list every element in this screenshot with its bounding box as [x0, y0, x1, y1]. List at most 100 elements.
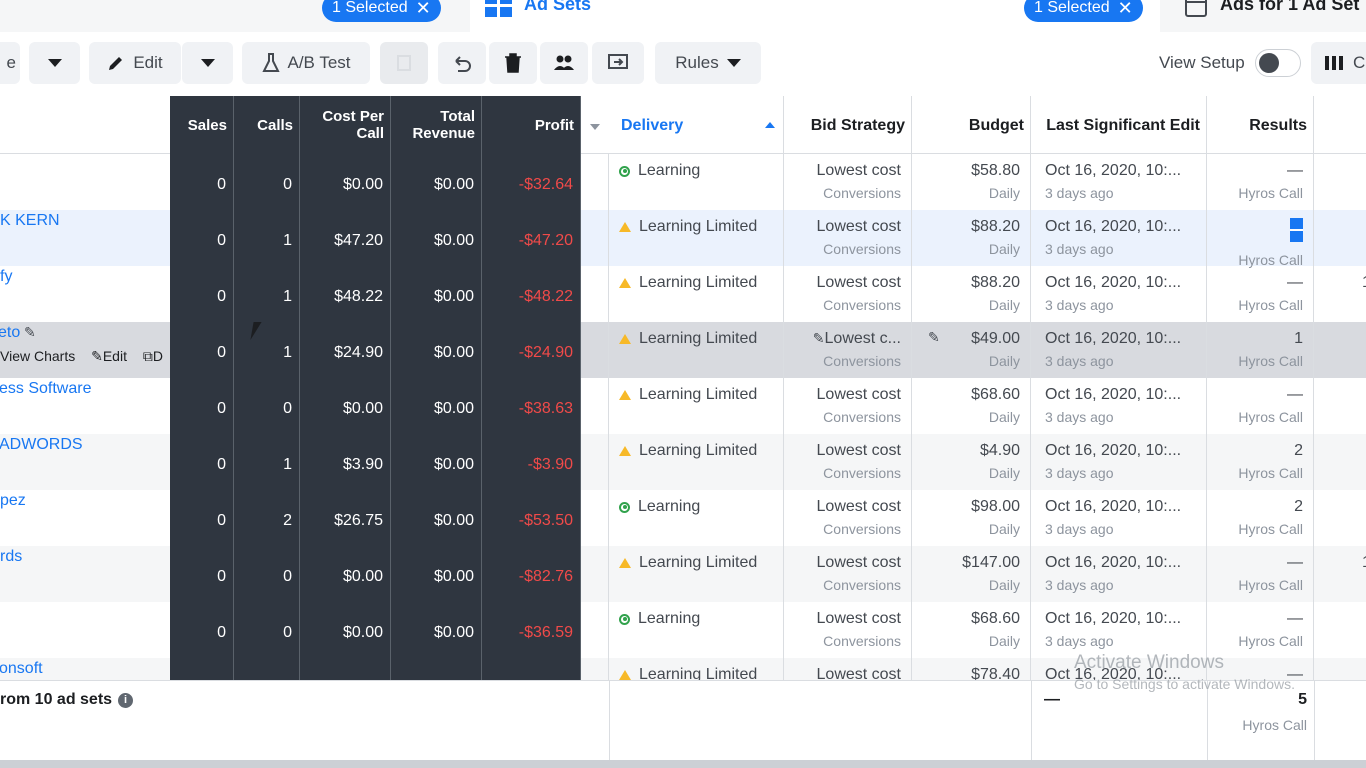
- adsets-selection-pill[interactable]: 1 Selected ✕: [1024, 0, 1143, 22]
- ad-set-name-link[interactable]: K KERN: [0, 212, 60, 230]
- header-cost-per-call[interactable]: Cost Per Call: [300, 96, 391, 154]
- pencil-icon: [109, 57, 123, 70]
- edit-dropdown-button[interactable]: [182, 42, 233, 84]
- footer-summary: rom 10 ad sets i: [0, 691, 134, 709]
- bid-strategy-value: Lowest cost: [794, 274, 901, 292]
- flask-icon: [261, 53, 280, 72]
- table-row[interactable]: 0 0 $0.00 $0.00 -$36.59 Learning Lowest …: [0, 602, 1366, 658]
- delete-button[interactable]: [489, 42, 537, 84]
- header-budget[interactable]: Budget: [912, 96, 1031, 154]
- ad-set-name-link[interactable]: fy: [0, 268, 12, 286]
- ad-set-name-link[interactable]: ADWORDS: [0, 436, 83, 454]
- clear-selection-icon[interactable]: ✕: [1118, 0, 1133, 17]
- profit-cell: -$36.59: [482, 602, 581, 658]
- undo-button[interactable]: [438, 42, 486, 84]
- header-delivery[interactable]: Delivery: [609, 96, 784, 154]
- table-row[interactable]: pez 0 2 $26.75 $0.00 -$53.50 Learning Lo…: [0, 490, 1366, 546]
- results-cell: Hyros Call: [1207, 210, 1314, 268]
- header-calls[interactable]: Calls: [234, 96, 300, 154]
- duplicate-button[interactable]: [380, 42, 428, 84]
- selected-cell-highlight[interactable]: [1290, 218, 1303, 242]
- divider: [1314, 681, 1315, 761]
- campaigns-selection-pill[interactable]: 1 Selected ✕: [322, 0, 441, 22]
- header-results[interactable]: Results: [1207, 96, 1314, 154]
- columns-button[interactable]: C: [1311, 42, 1366, 84]
- bid-strategy-cell[interactable]: ✎Lowest c... Conversions: [784, 322, 912, 378]
- last-edit-cell: Oct 16, 2020, 10:... 3 days ago: [1031, 210, 1207, 266]
- last-edit-value: Oct 16, 2020, 10:...: [1045, 610, 1182, 627]
- header-total-revenue[interactable]: Total Revenue: [391, 96, 482, 154]
- delivery-status: Learning: [619, 610, 773, 628]
- ad-set-name-cell: pez: [0, 490, 170, 546]
- edit-button-label: Edit: [133, 53, 163, 72]
- delivery-label: Learning Limited: [639, 274, 758, 291]
- edit-link[interactable]: Edit: [103, 348, 127, 364]
- rename-pencil-icon[interactable]: ✎: [24, 324, 36, 341]
- table-row[interactable]: K KERN 0 1 $47.20 $0.00 -$47.20 Learning…: [0, 210, 1366, 268]
- delivery-status: Learning Limited: [619, 554, 773, 572]
- result-value: —: [1287, 554, 1303, 571]
- delivery-cell: Learning Limited: [609, 266, 784, 322]
- info-icon[interactable]: i: [118, 692, 134, 708]
- sort-down-icon[interactable]: [590, 124, 600, 130]
- delivery-label: Learning Limited: [639, 330, 758, 347]
- audience-button[interactable]: [540, 42, 588, 84]
- ab-test-button[interactable]: A/B Test: [242, 42, 370, 84]
- results-value: 2: [1217, 442, 1303, 460]
- view-charts-link[interactable]: View Charts: [0, 348, 75, 364]
- tab-ads[interactable]: Ads for 1 Ad Set: [1166, 0, 1366, 32]
- ad-icon: [1185, 0, 1207, 17]
- header-last-edit[interactable]: Last Significant Edit: [1031, 96, 1207, 154]
- delivery-label: Learning: [638, 610, 701, 627]
- result-value: —: [1287, 386, 1303, 403]
- rules-label: Rules: [675, 53, 719, 72]
- last-edit-value: Oct 16, 2020, 10:...: [1045, 218, 1182, 235]
- header-bid-strategy[interactable]: Bid Strategy: [784, 96, 912, 154]
- table-row[interactable]: eto ✎ View Charts ✎Edit ⧉D 0 1 $24.90 $0…: [0, 322, 1366, 378]
- results-cell: — Hyros Call: [1207, 602, 1314, 658]
- duplicate-link[interactable]: D: [153, 348, 163, 364]
- ad-set-name-link[interactable]: rds: [0, 548, 22, 566]
- result-value: 1: [1294, 330, 1303, 347]
- table-row[interactable]: rds 0 0 $0.00 $0.00 -$82.76 Learning Lim…: [0, 546, 1366, 602]
- export-button[interactable]: [592, 42, 644, 84]
- table-row[interactable]: 0 0 $0.00 $0.00 -$32.64 Learning Lowest …: [0, 154, 1366, 210]
- table-row[interactable]: ess Software 0 0 $0.00 $0.00 -$38.63 Lea…: [0, 378, 1366, 434]
- clear-selection-icon[interactable]: ✕: [416, 0, 431, 17]
- create-button[interactable]: e: [0, 42, 20, 84]
- last-edit-sub: 3 days ago: [1045, 185, 1114, 201]
- last-edit-cell: Oct 16, 2020, 10:... 3 days ago: [1031, 378, 1207, 434]
- budget-cell[interactable]: ✎ $49.00 Daily: [912, 322, 1031, 378]
- horizontal-scrollbar[interactable]: [0, 760, 1366, 768]
- delivery-label: Learning Limited: [639, 554, 758, 571]
- edit-budget-pencil-icon[interactable]: ✎: [928, 329, 940, 346]
- sales-cell: 0: [170, 322, 234, 378]
- rules-button[interactable]: Rules: [655, 42, 761, 84]
- last-edit-sub: 3 days ago: [1045, 353, 1114, 369]
- edit-bid-pencil-icon[interactable]: ✎: [813, 330, 825, 346]
- view-setup-toggle[interactable]: [1255, 49, 1301, 77]
- edit-button[interactable]: Edit: [89, 42, 181, 84]
- header-sales[interactable]: Sales: [170, 96, 234, 154]
- results-sub: Hyros Call: [1238, 465, 1303, 481]
- table-row[interactable]: ADWORDS 0 1 $3.90 $0.00 -$3.90 Learning …: [0, 434, 1366, 490]
- ad-set-name-link[interactable]: eto: [0, 324, 20, 342]
- table-footer: rom 10 ad sets i — 5 Hyros Call: [0, 680, 1366, 761]
- top-tab-strip: 1 Selected ✕ Ad Sets 1 Selected ✕ Ads fo…: [0, 0, 1366, 32]
- table-row[interactable]: fy 0 1 $48.22 $0.00 -$48.22 Learning Lim…: [0, 266, 1366, 322]
- bid-strategy-label: Lowest cost: [816, 442, 901, 459]
- create-dropdown-button[interactable]: [29, 42, 80, 84]
- cost-per-call-cell: $47.20: [300, 210, 391, 266]
- tab-ad-sets[interactable]: Ad Sets 1 Selected ✕: [470, 0, 1160, 32]
- table-row[interactable]: onsoft Learning Limited Lowest cost $78.…: [0, 658, 1366, 680]
- budget-cell: $98.00 Daily: [912, 490, 1031, 546]
- last-edit-cell: Oct 16, 2020, 10:... 3 days ago: [1031, 546, 1207, 602]
- header-profit[interactable]: Profit: [482, 96, 581, 154]
- budget-cell: $78.40: [912, 658, 1031, 680]
- budget-sub: Daily: [988, 353, 1020, 369]
- ad-set-name-link[interactable]: onsoft: [0, 660, 43, 678]
- ad-set-name-link[interactable]: ess Software: [0, 380, 91, 398]
- ad-set-name-link[interactable]: pez: [0, 492, 26, 510]
- budget-value: $88.20: [971, 218, 1020, 235]
- results-sub: Hyros Call: [1238, 409, 1303, 425]
